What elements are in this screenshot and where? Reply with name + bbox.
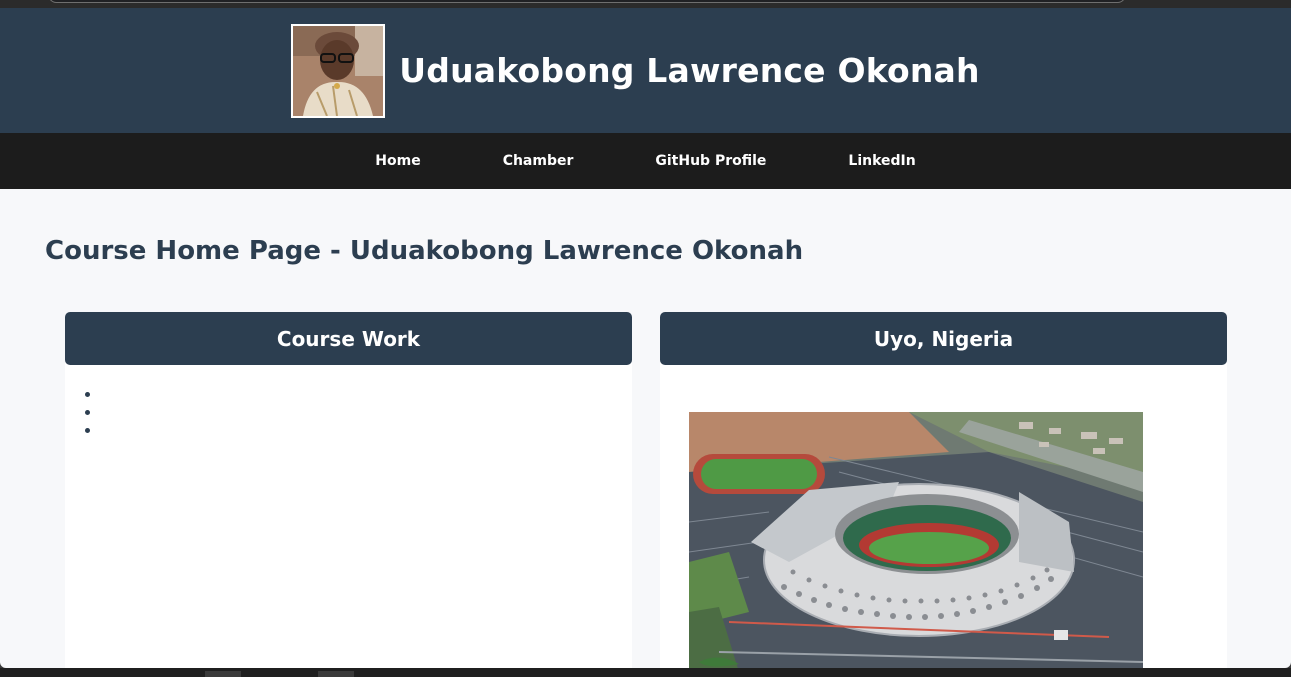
bullet-icon [85, 391, 90, 397]
stadium-image [689, 412, 1143, 668]
address-bar[interactable] [48, 0, 1126, 3]
nav-link-github-profile[interactable]: GitHub Profile [655, 153, 766, 169]
course-work-card: Course Work [65, 312, 632, 668]
course-work-title: Course Work [276, 326, 421, 351]
profile-photo-image [293, 25, 384, 116]
location-title: Uyo, Nigeria [873, 326, 1014, 351]
main-nav: Home Chamber GitHub Profile LinkedIn [0, 133, 1291, 189]
page-heading: Course Home Page - Uduakobong Lawrence O… [45, 236, 804, 266]
site-header: Uduakobong Lawrence Okonah [0, 8, 1291, 133]
location-card-header: Uyo, Nigeria [660, 312, 1227, 365]
nav-link-chamber[interactable]: Chamber [503, 153, 574, 169]
location-card: Uyo, Nigeria [660, 312, 1227, 668]
browser-chrome [0, 0, 1291, 8]
bullet-icon [85, 409, 90, 415]
bullet-icon [85, 427, 90, 433]
taskbar [0, 668, 1291, 677]
list-item [85, 385, 632, 403]
site-title: Uduakobong Lawrence Okonah [399, 51, 980, 90]
profile-photo [291, 23, 386, 118]
course-work-card-header: Course Work [65, 312, 632, 365]
header-inner: Uduakobong Lawrence Okonah [291, 23, 980, 118]
taskbar-app[interactable] [318, 671, 354, 677]
nav-link-home[interactable]: Home [375, 153, 420, 169]
page-viewport: Uduakobong Lawrence Okonah Home Chamber … [0, 8, 1291, 668]
nav-link-linkedin[interactable]: LinkedIn [848, 153, 915, 169]
stadium-illustration [689, 412, 1143, 668]
list-item [85, 421, 632, 439]
course-list [65, 365, 632, 439]
taskbar-app[interactable] [205, 671, 241, 677]
list-item [85, 403, 632, 421]
